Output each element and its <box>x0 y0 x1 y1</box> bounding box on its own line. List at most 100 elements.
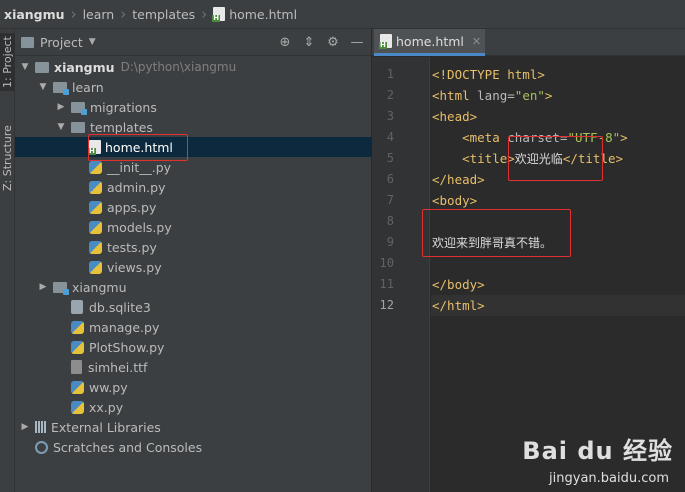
highlight-box-body <box>422 209 571 257</box>
line-number: 4 <box>386 130 394 144</box>
breadcrumb-label: templates <box>132 6 196 22</box>
line-number: 11 <box>379 277 394 291</box>
code-token: <head> <box>432 109 478 124</box>
tree-item[interactable]: PlotShow.py <box>15 337 372 357</box>
tree-item-label: External Libraries <box>51 419 161 435</box>
code-token: <html <box>432 88 478 103</box>
tree-item[interactable]: admin.py <box>15 177 372 197</box>
line-number: 6 <box>386 172 394 186</box>
tree-item[interactable]: ▶ migrations <box>15 97 372 117</box>
tree-item[interactable]: views.py <box>15 257 372 277</box>
breadcrumb-item[interactable]: templates <box>132 7 195 22</box>
highlight-box-file <box>88 134 188 161</box>
python-file-icon <box>71 400 84 414</box>
python-file-icon <box>89 160 102 174</box>
scratches-icon <box>35 440 48 454</box>
python-file-icon <box>89 180 102 194</box>
line-number: 1 <box>386 67 394 81</box>
python-file-icon <box>89 200 102 214</box>
html-file-icon <box>212 7 226 22</box>
chevron-right-icon[interactable]: ▶ <box>37 282 49 292</box>
code-line[interactable]: <!DOCTYPE html> <box>432 64 545 85</box>
chevron-right-icon: › <box>201 5 208 23</box>
code-line[interactable]: </html> <box>432 295 485 316</box>
breadcrumb: xiangmu › learn › templates › home.html <box>0 0 685 29</box>
tree-item-label: PlotShow.py <box>89 339 165 355</box>
chevron-down-icon[interactable]: ▼ <box>37 82 49 92</box>
line-number: 8 <box>386 214 394 228</box>
tab-home-html[interactable]: home.html ✕ <box>374 29 485 56</box>
tree-item[interactable]: home.html <box>15 137 372 157</box>
chevron-down-icon[interactable]: ▼ <box>55 122 67 132</box>
code-line[interactable]: <head> <box>432 106 477 127</box>
chevron-right-icon[interactable]: ▶ <box>55 102 67 112</box>
tree-item-label: Scratches and Consoles <box>53 439 203 455</box>
tree-item-label: learn <box>72 79 104 95</box>
tree-item[interactable]: models.py <box>15 217 372 237</box>
tree-item[interactable]: ▶ xiangmu <box>15 277 372 297</box>
breadcrumb-item[interactable]: home.html <box>212 7 297 22</box>
tree-item[interactable]: ▼ xiangmu D:\python\xiangmu <box>15 57 372 77</box>
line-number: 9 <box>386 235 394 249</box>
code-token: > <box>544 88 553 103</box>
tree-item[interactable]: manage.py <box>15 317 372 337</box>
tree-item[interactable]: ▼ templates <box>15 117 372 137</box>
breadcrumb-item[interactable]: xiangmu <box>4 7 65 22</box>
python-file-icon <box>89 260 102 274</box>
folder-icon <box>71 101 87 115</box>
code-token: <meta <box>432 130 508 145</box>
chevron-down-icon[interactable]: ▼ <box>19 62 31 72</box>
code-token: </body> <box>432 277 485 292</box>
tree-item[interactable]: Scratches and Consoles <box>15 437 372 457</box>
tree-item-label: db.sqlite3 <box>89 299 151 315</box>
tool-tab-structure[interactable]: Z: Structure <box>0 121 15 195</box>
tree-item-path: D:\python\xiangmu <box>120 60 237 74</box>
line-gutter: 1 2 3 4 5 6 7 8 9 10 11 12 <box>372 57 430 492</box>
python-file-icon <box>71 380 84 394</box>
line-number: 10 <box>379 256 394 270</box>
tree-item[interactable]: tests.py <box>15 237 372 257</box>
tree-item-label: xiangmu <box>54 59 115 75</box>
project-panel-header: Project ▼ ⊕ ⇕ ⚙ — <box>15 29 371 56</box>
tree-item[interactable]: apps.py <box>15 197 372 217</box>
tree-item[interactable]: ▼ learn <box>15 77 372 97</box>
gear-icon[interactable]: ⚙ <box>321 35 345 50</box>
code-line[interactable]: <html lang="en"> <box>432 85 552 106</box>
code-token: <body> <box>432 193 478 208</box>
project-folder-icon <box>21 36 34 48</box>
chevron-right-icon[interactable]: ▶ <box>19 422 31 432</box>
tree-item-label: models.py <box>107 219 172 235</box>
close-icon[interactable]: ✕ <box>472 35 481 48</box>
code-line[interactable]: </head> <box>432 169 485 190</box>
tree-item-label: apps.py <box>107 199 157 215</box>
project-view-selector[interactable]: Project <box>40 35 83 50</box>
code-line[interactable]: </body> <box>432 274 485 295</box>
tree-item[interactable]: db.sqlite3 <box>15 297 372 317</box>
line-number: 7 <box>386 193 394 207</box>
library-icon <box>35 421 46 433</box>
tree-item-label: ww.py <box>89 379 128 395</box>
tool-tab-project[interactable]: 1: Project <box>0 33 15 91</box>
line-number: 12 <box>379 298 394 312</box>
hide-icon[interactable]: — <box>345 35 369 50</box>
line-number: 3 <box>386 109 394 123</box>
collapse-icon[interactable]: ⇕ <box>297 35 321 50</box>
tree-item[interactable]: ▶ External Libraries <box>15 417 372 437</box>
tree-item[interactable]: __init__.py <box>15 157 372 177</box>
tree-item-label: manage.py <box>89 319 160 335</box>
folder-icon <box>71 121 85 133</box>
folder-icon <box>35 61 49 73</box>
crosshair-icon[interactable]: ⊕ <box>273 35 297 50</box>
tree-item-label: xx.py <box>89 399 124 415</box>
tree-item-label: views.py <box>107 259 162 275</box>
python-file-icon <box>89 240 102 254</box>
code-line[interactable]: <body> <box>432 190 477 211</box>
code-token: lang= <box>477 88 515 103</box>
chevron-down-icon[interactable]: ▼ <box>89 37 96 47</box>
tree-item[interactable]: simhei.ttf <box>15 357 372 377</box>
tree-item[interactable]: ww.py <box>15 377 372 397</box>
breadcrumb-item[interactable]: learn <box>83 7 115 22</box>
watermark-url: jingyan.baidu.com <box>549 471 669 486</box>
code-token: </head> <box>432 172 485 187</box>
tree-item[interactable]: xx.py <box>15 397 372 417</box>
